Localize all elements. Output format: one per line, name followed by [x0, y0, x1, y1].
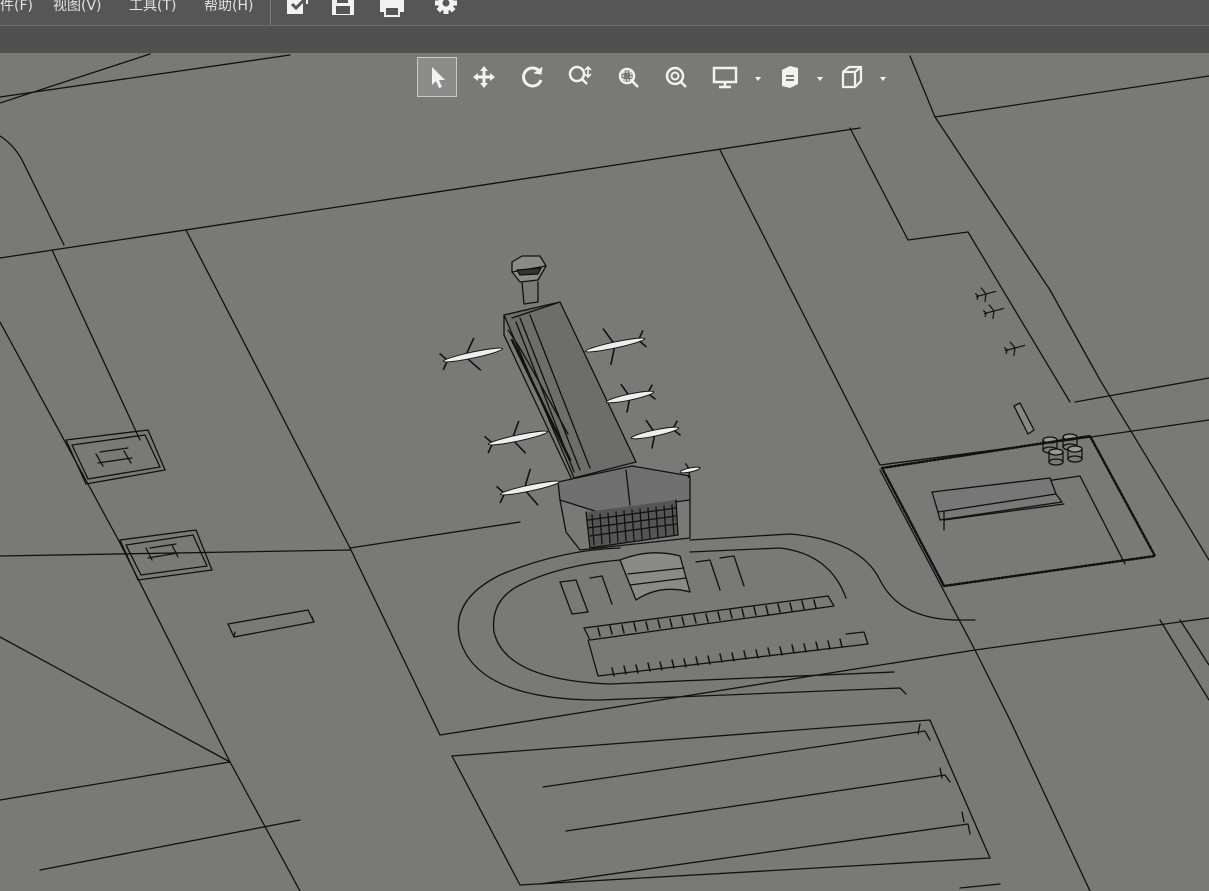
- fuel-tanks: [1013, 402, 1083, 466]
- parking-lot-far: [451, 719, 1001, 889]
- display-mode-icon[interactable]: [706, 57, 746, 97]
- helipad-upper: [65, 429, 166, 485]
- terminal-building: [503, 301, 691, 551]
- orbit-rotate-icon[interactable]: [512, 57, 552, 97]
- render-style-icon[interactable]: [770, 57, 810, 97]
- display-mode-dropdown-icon[interactable]: [753, 69, 763, 81]
- cargo-area: [880, 434, 1157, 588]
- zoom-icon[interactable]: [560, 57, 600, 97]
- settings-gear-icon[interactable]: [432, 0, 460, 18]
- menu-bar: 件(F) 视图(V) 工具(T) 帮助(H): [0, 0, 1209, 26]
- control-tower: [511, 255, 547, 305]
- render-style-dropdown-icon[interactable]: [815, 69, 825, 81]
- terminal-road-loop: [457, 533, 976, 701]
- open-file-icon[interactable]: [283, 0, 311, 18]
- secondary-toolbar: [0, 26, 1209, 53]
- select-arrow-icon[interactable]: [417, 57, 457, 97]
- viewport-3d[interactable]: [0, 53, 1209, 891]
- menu-separator: [270, 0, 271, 25]
- scene-wireframe[interactable]: [0, 53, 1209, 891]
- parking-lot-near-terminal: [583, 595, 869, 677]
- pan-move-icon[interactable]: [464, 57, 504, 97]
- menu-help[interactable]: 帮助(H): [204, 0, 253, 16]
- view-cube-dropdown-icon[interactable]: [878, 69, 888, 81]
- menu-file[interactable]: 件(F): [0, 0, 33, 16]
- menu-view[interactable]: 视图(V): [53, 0, 102, 16]
- view-cube-icon[interactable]: [832, 57, 872, 97]
- zoom-window-icon[interactable]: [608, 57, 648, 97]
- print-icon[interactable]: [378, 0, 406, 18]
- save-icon[interactable]: [329, 0, 357, 18]
- helipad-lower: [119, 529, 213, 581]
- small-building-left: [227, 609, 315, 638]
- airplanes-apron-right: [974, 287, 1026, 357]
- zoom-extents-icon[interactable]: [656, 57, 696, 97]
- menu-tools[interactable]: 工具(T): [129, 0, 176, 16]
